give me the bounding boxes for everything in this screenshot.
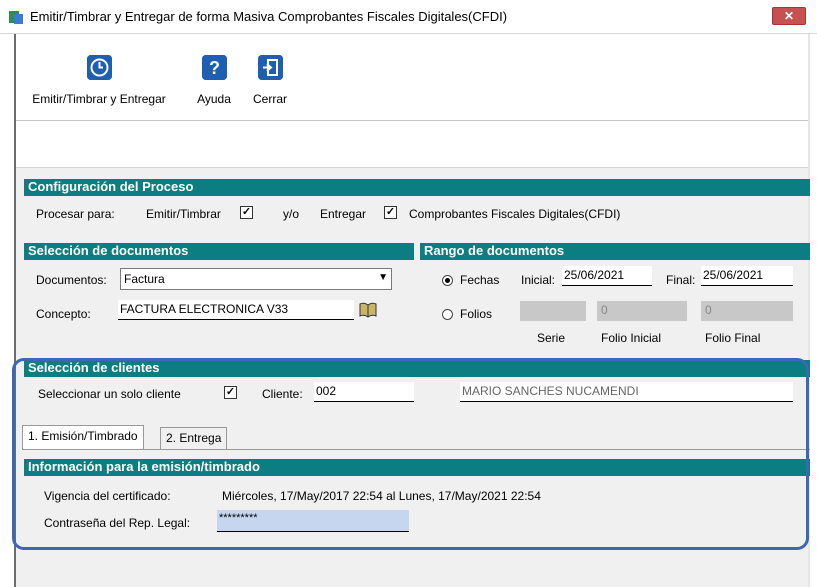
title-bar: Emitir/Timbrar y Entregar de forma Masiv… [0,0,817,34]
config-section-header: Configuración del Proceso [24,179,810,196]
emitir-timbrar-entregar-button[interactable]: Emitir/Timbrar y Entregar [16,55,182,106]
concepto-label: Concepto: [36,307,91,321]
documentos-select[interactable]: Factura ▼ [120,268,392,290]
documentos-section-header: Selección de documentos [24,243,414,260]
window-title: Emitir/Timbrar y Entregar de forma Masiv… [30,9,508,24]
toolbar: Emitir/Timbrar y Entregar ? Ayuda Cerrar [16,35,808,121]
app-icon [8,9,24,25]
folios-label: Folios [460,307,493,321]
ayuda-label: Ayuda [197,92,231,106]
emitir-timbrar-checkbox[interactable]: ✓ [240,206,253,219]
chevron-down-icon: ▼ [378,272,388,283]
rango-section-header: Rango de documentos [420,243,810,260]
help-icon: ? [201,55,227,80]
vigencia-value: Miércoles, 17/May/2017 22:54 al Lunes, 1… [222,489,541,503]
window-frame-right [808,34,810,587]
cliente-field[interactable]: 002 [314,382,414,402]
cerrar-label: Cerrar [252,92,287,106]
fechas-label: Fechas [460,273,500,287]
tab-emision-timbrado[interactable]: 1. Emisión/Timbrado [22,425,144,449]
solo-cliente-label: Seleccionar un solo cliente [38,387,181,401]
serie-label: Serie [537,331,566,345]
folio-inicial-label: Folio Inicial [601,331,662,345]
info-band [16,122,808,168]
fecha-inicial-field[interactable]: 25/06/2021 [562,266,652,286]
yo-label: y/o [283,207,300,221]
book-icon[interactable] [359,302,377,318]
contrasena-value: ********* [219,512,258,524]
documentos-select-value: Factura [124,272,165,286]
emitir-timbrar-label: Emitir/Timbrar [146,207,221,221]
close-window-button[interactable]: ✕ [772,7,806,25]
tab-entrega[interactable]: 2. Entrega [160,427,228,449]
cfdi-label: Comprobantes Fiscales Digitales(CFDI) [409,207,621,221]
folio-final-label: Folio Final [705,331,761,345]
entregar-checkbox[interactable]: ✓ [384,206,397,219]
cliente-nombre-field: MARIO SANCHES NUCAMENDI [460,382,793,402]
exit-door-icon [257,55,283,80]
svg-text:?: ? [209,58,220,78]
vigencia-label: Vigencia del certificado: [44,489,171,503]
inicial-label: Inicial: [521,273,556,287]
fechas-radio[interactable] [442,275,453,286]
folios-radio[interactable] [442,309,453,320]
cliente-label: Cliente: [262,387,303,401]
documentos-label: Documentos: [36,273,107,287]
contrasena-field[interactable]: ********* [217,510,409,532]
clock-icon [86,55,112,80]
fecha-final-field[interactable]: 25/06/2021 [701,266,793,286]
serie-field [520,301,586,321]
emision-section-header: Información para la emisión/timbrado [24,459,810,476]
entregar-label: Entregar [320,207,367,221]
procesar-label: Procesar para: [36,207,115,221]
final-label: Final: [666,273,696,287]
folio-inicial-field: 0 [597,301,687,321]
folio-final-field: 0 [701,301,793,321]
emitir-timbrar-entregar-label: Emitir/Timbrar y Entregar [32,92,166,106]
ayuda-button[interactable]: ? Ayuda [192,55,236,106]
cerrar-button[interactable]: Cerrar [250,55,290,106]
tab-divider [22,449,810,450]
contrasena-label: Contraseña del Rep. Legal: [44,516,191,530]
solo-cliente-checkbox[interactable]: ✓ [224,386,237,399]
clientes-section-header: Selección de clientes [24,360,810,377]
concepto-field[interactable]: FACTURA ELECTRONICA V33 [118,300,354,320]
